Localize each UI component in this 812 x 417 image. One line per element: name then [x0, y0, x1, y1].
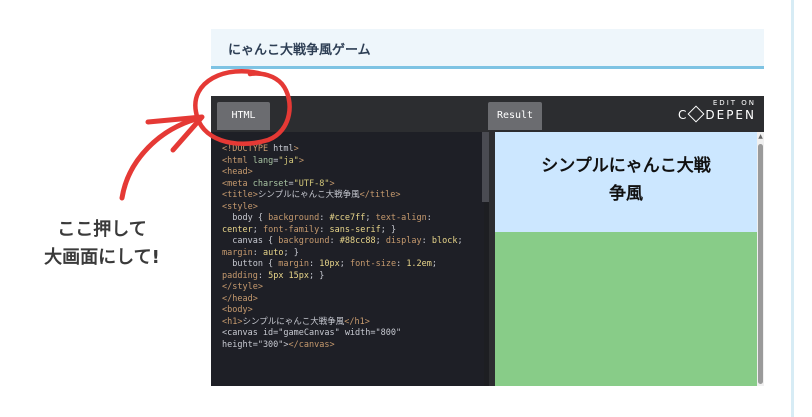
code-line: <canvas id="gameCanvas" width="800": [222, 328, 402, 338]
scroll-thumb[interactable]: [758, 144, 763, 384]
code-line: <style>: [222, 201, 258, 212]
result-scrollbar[interactable]: ▲: [757, 132, 764, 386]
code-line: <h1>シンプルにゃんこ大戦争風</h1>: [222, 316, 370, 327]
codepen-brand-suffix: DEPEN: [705, 108, 756, 122]
code-line: <title>シンプルにゃんこ大戦争風</title>: [222, 190, 401, 200]
annotation-arrow-line: [119, 115, 203, 201]
code-line: <meta charset="UTF-8">: [222, 178, 335, 189]
annotation-line2: 大画面にして!: [44, 247, 160, 268]
code-scrollbar[interactable]: [482, 132, 489, 202]
code-line: </head>: [222, 293, 258, 304]
tab-result[interactable]: Result: [488, 102, 542, 130]
code-line: margin: auto; }: [222, 247, 299, 258]
code-line: <body>: [222, 305, 253, 315]
game-canvas[interactable]: [495, 232, 757, 386]
annotation-line1: ここ押して: [57, 219, 147, 240]
code-line: </style>: [222, 282, 263, 292]
result-heading: シンプルにゃんこ大戦 争風: [495, 152, 757, 208]
annotation-text: ここ押して 大画面にして!: [22, 216, 182, 272]
html-code: <!DOCTYPE html> <html lang="ja"> <head> <me…: [222, 144, 484, 351]
code-line: button { margin: 10px; font-size: 1.2em;: [222, 259, 438, 269]
codepen-cube-icon: [687, 105, 705, 123]
tab-html[interactable]: HTML: [217, 102, 270, 130]
result-pane[interactable]: シンプルにゃんこ大戦 争風: [495, 132, 757, 386]
code-line: body { background: #cce7ff; text-align:: [222, 213, 432, 223]
result-heading-line1: シンプルにゃんこ大戦: [541, 156, 711, 176]
code-line: center; font-family: sans-serif; }: [222, 224, 397, 235]
article-section-header: にゃんこ大戦争風ゲーム: [211, 29, 764, 69]
code-line: <html lang="ja">: [222, 155, 304, 166]
edit-on-label: EDIT ON: [712, 99, 756, 107]
code-line: padding: 5px 15px; }: [222, 270, 325, 281]
annotation-arrow-head: [145, 114, 205, 153]
codepen-embed: HTML Result EDIT ON C DEPEN <!DOCTYPE htm…: [211, 96, 764, 386]
edit-on-codepen-link[interactable]: EDIT ON C DEPEN: [677, 99, 756, 123]
embed-toolbar: HTML Result EDIT ON C DEPEN: [211, 96, 764, 132]
right-border: [791, 0, 794, 417]
codepen-logo: C DEPEN: [677, 105, 756, 123]
article-title: にゃんこ大戦争風ゲーム: [228, 43, 371, 58]
code-line: <!DOCTYPE html>: [222, 144, 299, 154]
code-line: canvas { background: #88cc88; display: b…: [222, 236, 463, 246]
html-code-pane[interactable]: <!DOCTYPE html> <html lang="ja"> <head> <me…: [211, 132, 484, 386]
codepen-brand-prefix: C: [677, 108, 689, 122]
code-line: height="300"></canvas>: [222, 339, 335, 350]
code-line: <head>: [222, 167, 253, 177]
result-heading-line2: 争風: [609, 184, 643, 204]
scroll-up-icon[interactable]: ▲: [757, 134, 764, 140]
